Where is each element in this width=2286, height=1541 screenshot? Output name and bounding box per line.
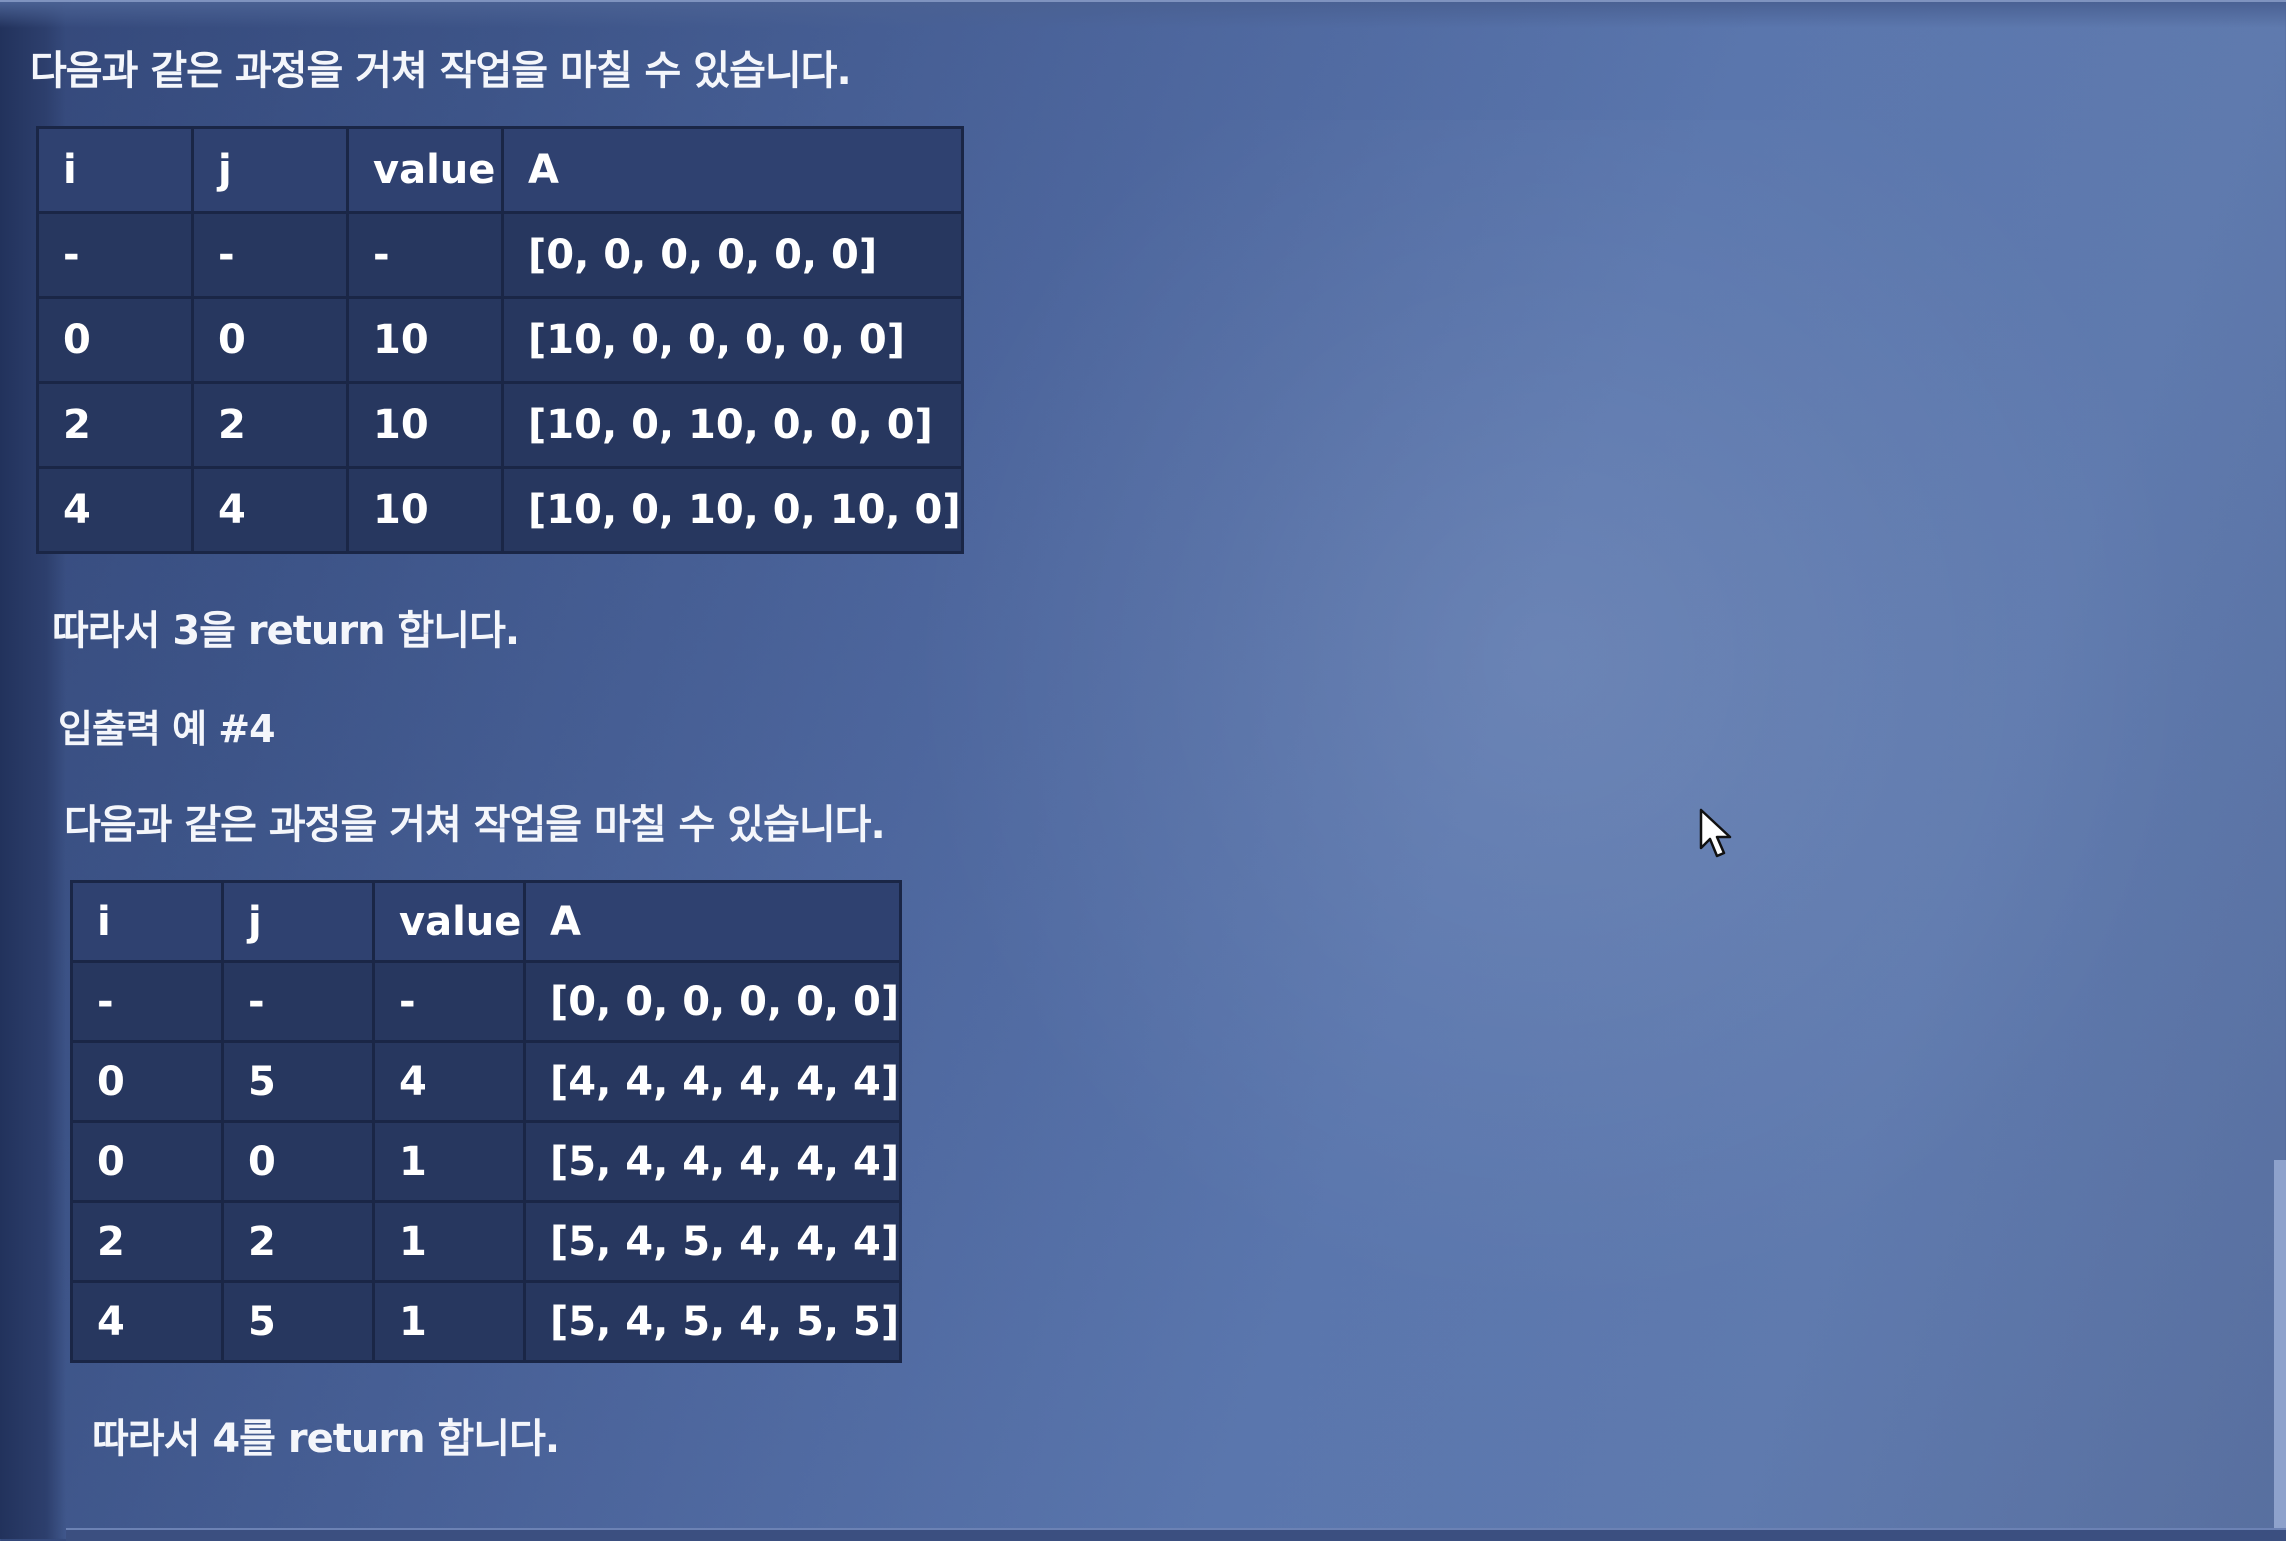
example3-intro: 다음과 같은 과정을 거쳐 작업을 마칠 수 있습니다. — [30, 48, 852, 94]
cell-value: 1 — [372, 1120, 526, 1203]
column-header-i: i — [70, 880, 224, 963]
cell-value: 1 — [372, 1280, 526, 1363]
column-header-a: A — [501, 126, 964, 214]
cell-i: - — [36, 211, 194, 299]
example3-steps-table: i j value A - - - [0, 0, 0, 0, 0, 0] 0 0… — [36, 126, 964, 554]
table-row: - - - [0, 0, 0, 0, 0, 0] — [36, 211, 964, 299]
table-row: 0 5 4 [4, 4, 4, 4, 4, 4] — [70, 1040, 903, 1123]
cell-a: [5, 4, 5, 4, 5, 5] — [522, 1280, 903, 1363]
cell-a: [4, 4, 4, 4, 4, 4] — [522, 1040, 903, 1123]
table-row: 2 2 10 [10, 0, 10, 0, 0, 0] — [36, 381, 964, 469]
cell-value: 10 — [346, 296, 504, 384]
cell-value: 10 — [346, 381, 504, 469]
cell-j: - — [191, 211, 349, 299]
cell-j: 4 — [191, 466, 349, 554]
column-header-value: value — [346, 126, 504, 214]
cell-i: 2 — [36, 381, 194, 469]
cell-i: - — [70, 960, 224, 1043]
table-header-row: i j value A — [70, 880, 903, 963]
cell-a: [10, 0, 10, 0, 0, 0] — [501, 381, 964, 469]
cell-j: 0 — [221, 1120, 375, 1203]
column-header-i: i — [36, 126, 194, 214]
cell-a: [0, 0, 0, 0, 0, 0] — [522, 960, 903, 1043]
table-header-row: i j value A — [36, 126, 964, 214]
column-header-a: A — [522, 880, 903, 963]
cell-value: - — [346, 211, 504, 299]
screen-glare — [900, 120, 2200, 1320]
column-header-value: value — [372, 880, 526, 963]
column-header-j: j — [191, 126, 349, 214]
example3-conclusion: 따라서 3을 return 합니다. — [52, 608, 520, 654]
cell-i: 4 — [36, 466, 194, 554]
table-row: 0 0 1 [5, 4, 4, 4, 4, 4] — [70, 1120, 903, 1203]
cell-j: 5 — [221, 1040, 375, 1123]
example4-conclusion: 따라서 4를 return 합니다. — [92, 1416, 560, 1462]
cell-a: [5, 4, 5, 4, 4, 4] — [522, 1200, 903, 1283]
column-header-j: j — [221, 880, 375, 963]
cell-value: - — [372, 960, 526, 1043]
cell-a: [0, 0, 0, 0, 0, 0] — [501, 211, 964, 299]
scrollbar-thumb[interactable] — [2274, 1160, 2286, 1539]
cell-a: [10, 0, 10, 0, 10, 0] — [501, 466, 964, 554]
bottom-edge — [66, 1528, 2286, 1541]
table-row: 4 5 1 [5, 4, 5, 4, 5, 5] — [70, 1280, 903, 1363]
cell-value: 10 — [346, 466, 504, 554]
top-edge — [0, 0, 2286, 28]
cell-j: 2 — [191, 381, 349, 469]
cell-j: - — [221, 960, 375, 1043]
cell-value: 4 — [372, 1040, 526, 1123]
cell-i: 2 — [70, 1200, 224, 1283]
cell-j: 0 — [191, 296, 349, 384]
cell-j: 2 — [221, 1200, 375, 1283]
cell-i: 4 — [70, 1280, 224, 1363]
table-row: 4 4 10 [10, 0, 10, 0, 10, 0] — [36, 466, 964, 554]
table-row: 0 0 10 [10, 0, 0, 0, 0, 0] — [36, 296, 964, 384]
cell-i: 0 — [70, 1040, 224, 1123]
cell-a: [10, 0, 0, 0, 0, 0] — [501, 296, 964, 384]
cell-j: 5 — [221, 1280, 375, 1363]
example4-heading: 입출력 예 #4 — [58, 707, 276, 751]
mouse-pointer-icon — [1699, 808, 1732, 858]
cell-value: 1 — [372, 1200, 526, 1283]
table-row: - - - [0, 0, 0, 0, 0, 0] — [70, 960, 903, 1043]
cell-i: 0 — [70, 1120, 224, 1203]
example4-steps-table: i j value A - - - [0, 0, 0, 0, 0, 0] 0 5… — [70, 880, 903, 1363]
table-row: 2 2 1 [5, 4, 5, 4, 4, 4] — [70, 1200, 903, 1283]
cell-i: 0 — [36, 296, 194, 384]
cell-a: [5, 4, 4, 4, 4, 4] — [522, 1120, 903, 1203]
example4-intro: 다음과 같은 과정을 거쳐 작업을 마칠 수 있습니다. — [64, 802, 886, 848]
